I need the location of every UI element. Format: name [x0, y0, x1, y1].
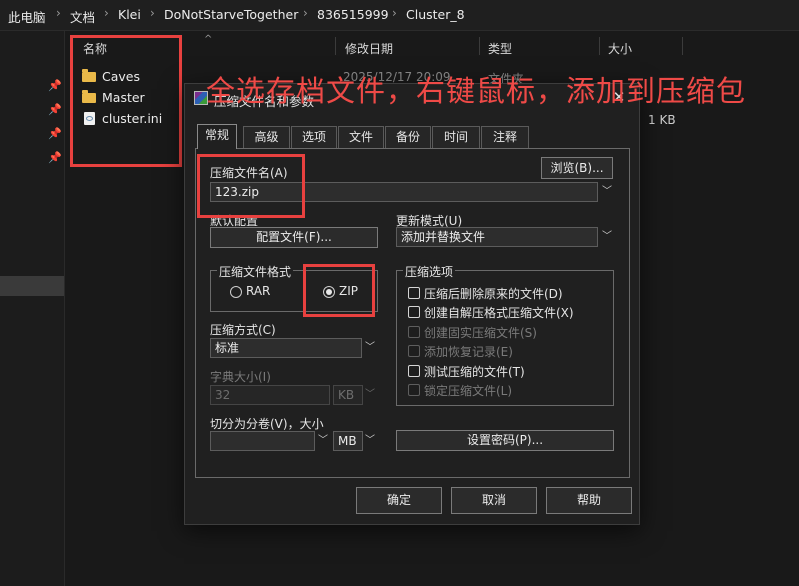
browse-button[interactable]: 浏览(B)... [541, 157, 613, 179]
breadcrumb-cluster[interactable]: Cluster_8 [406, 7, 465, 22]
annotation-highlight-box [303, 264, 375, 317]
annotation-highlight-box [197, 154, 305, 218]
delete-after-label[interactable]: 压缩后删除原来的文件(D) [424, 285, 563, 302]
split-unit-select[interactable]: MB [333, 431, 363, 451]
dictionary-unit-select[interactable]: KB [333, 385, 363, 405]
breadcrumb-separator-icon: › [56, 6, 61, 20]
solid-archive-label: 创建固实压缩文件(S) [424, 326, 537, 340]
rar-radio[interactable] [230, 286, 242, 298]
tab-options[interactable]: 选项 [291, 126, 337, 148]
column-header-size[interactable]: 大小 [608, 40, 632, 57]
tab-advanced[interactable]: 高级 [243, 126, 290, 148]
nav-selected-item[interactable] [0, 276, 64, 296]
archive-format-label: 压缩文件格式 [217, 263, 294, 280]
ok-button[interactable]: 确定 [356, 487, 442, 514]
dictionary-size-select[interactable]: 32 [210, 385, 330, 405]
tab-files[interactable]: 文件 [338, 126, 384, 148]
annotation-text: 全选存档文件，右键鼠标，添加到压缩包 [206, 74, 747, 108]
rar-label[interactable]: RAR [246, 284, 270, 298]
pin-icon[interactable]: 📌 [48, 104, 62, 116]
recovery-record-label: 添加恢复记录(E) [424, 345, 513, 359]
tab-general[interactable]: 常规 [197, 124, 237, 149]
test-files-checkbox[interactable] [408, 365, 420, 377]
compression-method-select[interactable]: 标准 [210, 338, 362, 358]
column-divider[interactable] [479, 37, 480, 55]
solid-archive-checkbox[interactable] [408, 326, 420, 338]
column-header-type[interactable]: 类型 [488, 40, 512, 57]
compression-method-label: 压缩方式(C) [210, 323, 276, 337]
chevron-down-icon[interactable]: ﹀ [599, 183, 615, 201]
breadcrumb-separator-icon: › [104, 6, 109, 20]
help-button[interactable]: 帮助 [546, 487, 632, 514]
pin-icon[interactable]: 📌 [48, 128, 62, 140]
pin-icon[interactable]: 📌 [48, 80, 62, 92]
breadcrumb-this-pc[interactable]: 此电脑 [8, 7, 46, 26]
chevron-down-icon[interactable]: ﹀ [362, 339, 378, 357]
column-divider[interactable] [335, 37, 336, 55]
navigation-pane[interactable]: 📌 📌 📌 📌 [0, 31, 65, 586]
lock-archive-label: 锁定压缩文件(L) [424, 384, 513, 398]
chevron-down-icon[interactable]: ﹀ [315, 432, 331, 450]
create-sfx-checkbox[interactable] [408, 306, 420, 318]
breadcrumb-documents[interactable]: 文档 [70, 7, 95, 26]
breadcrumb-dst[interactable]: DoNotStarveTogether [164, 7, 298, 22]
chevron-down-icon[interactable]: ﹀ [599, 228, 615, 246]
column-divider[interactable] [599, 37, 600, 55]
archive-dialog[interactable]: 压缩文件名和参数 ✕ 常规 高级 选项 文件 备份 时间 注释 压缩文件名(A)… [184, 83, 640, 525]
tab-comment[interactable]: 注释 [481, 126, 529, 148]
create-sfx-label[interactable]: 创建自解压格式压缩文件(X) [424, 304, 574, 321]
chevron-down-icon[interactable]: ﹀ [362, 386, 378, 404]
tab-backup[interactable]: 备份 [385, 126, 431, 148]
breadcrumb-separator-icon: › [303, 6, 308, 20]
chevron-down-icon[interactable]: ﹀ [362, 432, 378, 450]
annotation-highlight-box [70, 35, 182, 167]
sort-ascending-icon: ^ [204, 34, 213, 45]
update-mode-select[interactable]: 添加并替换文件 [396, 227, 598, 247]
address-bar[interactable]: 此电脑 › 文档 › Klei › DoNotStarveTogether › … [0, 0, 799, 31]
file-size: 1 KB [648, 113, 676, 127]
set-password-button[interactable]: 设置密码(P)... [396, 430, 614, 451]
lock-archive-checkbox[interactable] [408, 384, 420, 396]
split-volumes-label: 切分为分卷(V)，大小 [210, 417, 324, 431]
column-divider[interactable] [682, 37, 683, 55]
breadcrumb-separator-icon: › [392, 6, 397, 20]
recovery-record-checkbox[interactable] [408, 345, 420, 357]
breadcrumb-klei[interactable]: Klei [118, 7, 141, 22]
pin-icon[interactable]: 📌 [48, 152, 62, 164]
column-header-date[interactable]: 修改日期 [345, 40, 393, 57]
breadcrumb-separator-icon: › [150, 6, 155, 20]
delete-after-checkbox[interactable] [408, 287, 420, 299]
dictionary-size-label: 字典大小(I) [210, 370, 271, 384]
tab-time[interactable]: 时间 [432, 126, 480, 148]
compression-options-label: 压缩选项 [403, 263, 456, 280]
cancel-button[interactable]: 取消 [451, 487, 537, 514]
split-size-input[interactable] [210, 431, 315, 451]
breadcrumb-id[interactable]: 836515999 [317, 7, 389, 22]
config-profiles-button[interactable]: 配置文件(F)... [210, 227, 378, 248]
test-files-label[interactable]: 测试压缩的文件(T) [424, 363, 525, 380]
